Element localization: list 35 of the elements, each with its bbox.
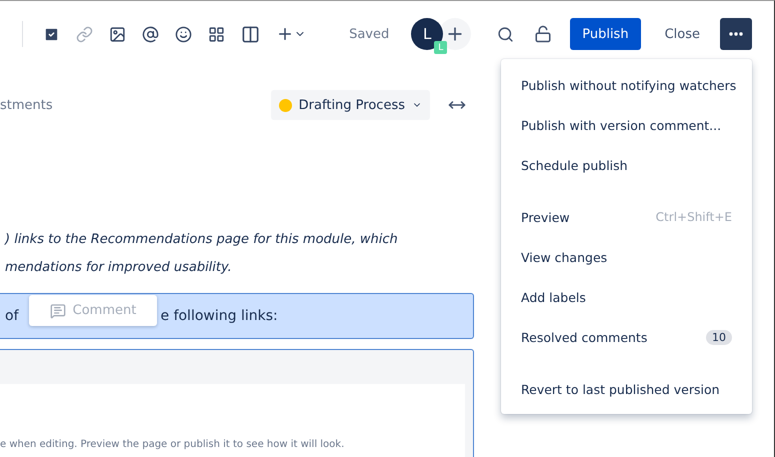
block-text: of — [5, 308, 18, 324]
search-icon — [497, 26, 514, 42]
publish-button[interactable]: Publish — [570, 18, 641, 50]
add-collaborator-button[interactable] — [439, 18, 472, 50]
menu-item[interactable]: Preview Ctrl+Shift+E — [501, 197, 752, 237]
shortcut-hint: Ctrl+Shift+E — [656, 210, 732, 224]
menu-item[interactable]: Schedule publish — [501, 145, 752, 185]
avatar-badge: L — [434, 41, 448, 54]
paragraph-text: mendations for improved usability. — [5, 260, 232, 275]
menu-item[interactable]: Resolved comments 10 — [501, 317, 752, 357]
speech-bubble-icon — [50, 302, 66, 318]
more-icon — [729, 32, 743, 36]
menu-item[interactable]: Revert to last published version — [501, 369, 752, 409]
menu-item[interactable]: Add labels — [501, 277, 752, 317]
menu-item[interactable]: View changes — [501, 237, 752, 277]
image-icon — [109, 26, 126, 42]
status-dropdown[interactable]: Drafting Process — [270, 90, 430, 120]
menu-item[interactable]: Publish with version comment... — [501, 105, 752, 145]
close-button[interactable]: Close — [658, 26, 706, 42]
more-button[interactable] — [720, 18, 752, 50]
checkbox-icon — [43, 26, 60, 42]
columns-icon — [241, 24, 260, 44]
panel-note: e when editing. Preview the page or publish it to see how it will look. — [0, 439, 344, 450]
at-sign-icon — [142, 26, 159, 42]
unlocked-padlock-icon — [534, 25, 552, 43]
block-text: e following links: — [160, 308, 278, 324]
paragraph-text: ) links to the Recommendations page for this module, which — [5, 232, 398, 247]
breadcrumb[interactable]: stments — [0, 98, 53, 112]
save-status: Saved — [349, 26, 390, 42]
table-icon — [208, 26, 225, 42]
smiley-icon — [175, 26, 192, 42]
menu-item[interactable]: Publish without notifying watchers — [501, 65, 752, 105]
plus-icon — [276, 25, 294, 43]
link-icon — [76, 26, 93, 42]
count-badge: 10 — [706, 330, 732, 344]
